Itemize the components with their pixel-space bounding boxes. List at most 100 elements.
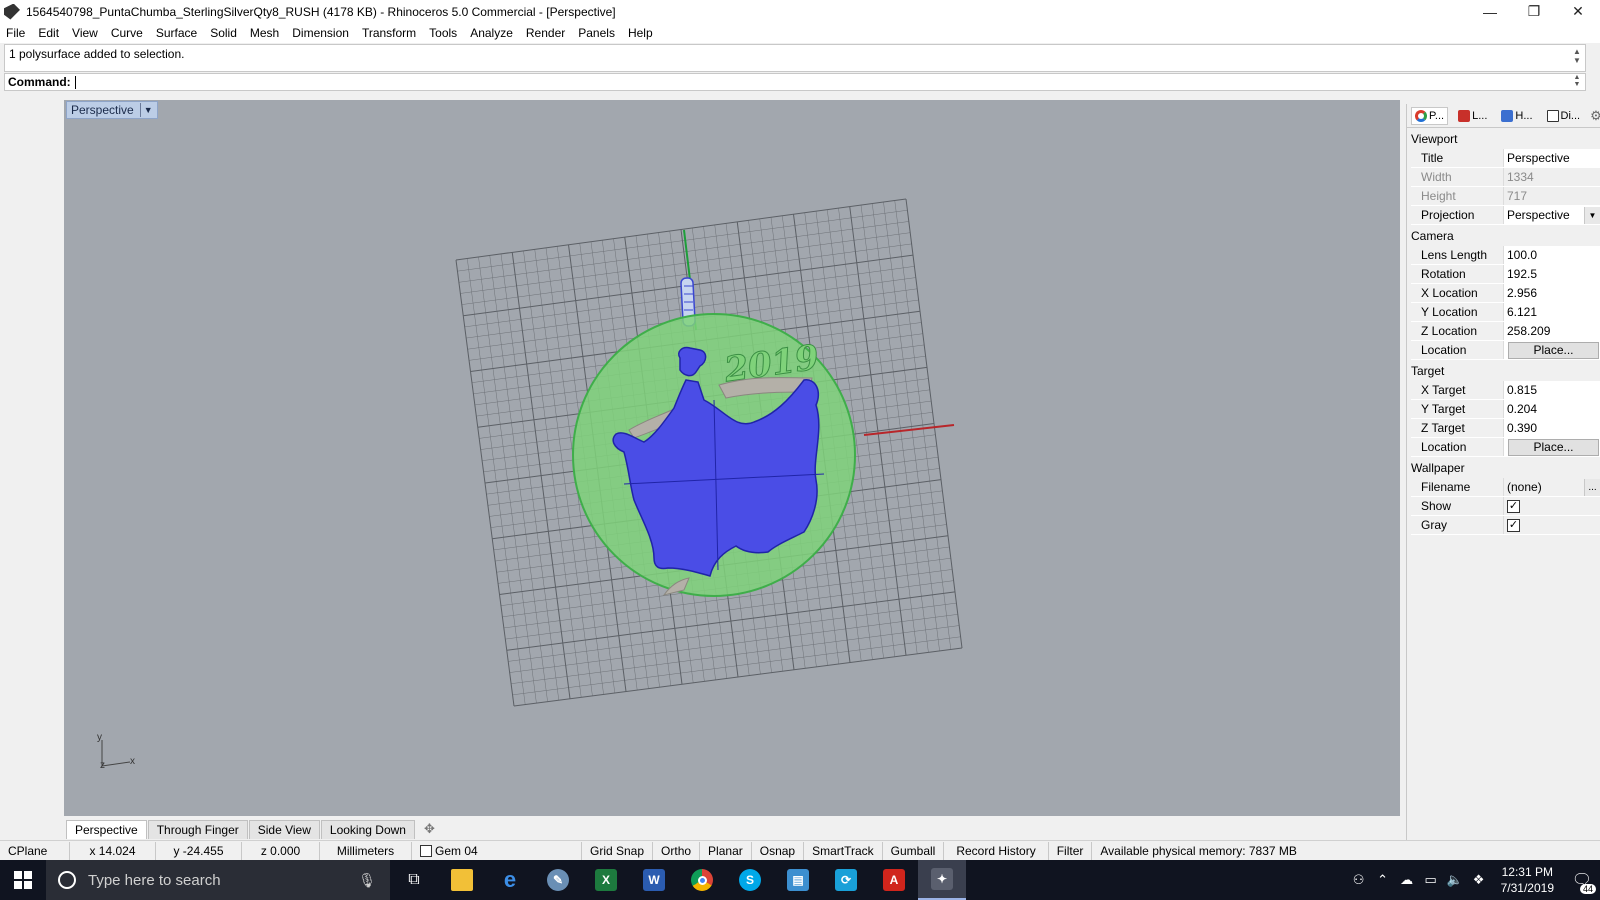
add-tab-icon[interactable]: ✥	[416, 819, 443, 839]
chevron-down-icon[interactable]: ▼	[144, 105, 153, 115]
rhino-taskbar-button[interactable]: ✦	[918, 860, 966, 900]
menu-surface[interactable]: Surface	[156, 26, 204, 40]
sync-app-button[interactable]: ⟳	[822, 860, 870, 900]
network-icon[interactable]: ▭	[1419, 872, 1443, 888]
edge-button[interactable]: e	[486, 860, 534, 900]
z-target-field[interactable]: 0.390	[1503, 419, 1600, 437]
viewport-title[interactable]: Perspective ▼	[66, 101, 158, 119]
file-explorer-button[interactable]	[438, 860, 486, 900]
menu-solid[interactable]: Solid	[210, 26, 244, 40]
close-button[interactable]: ✕	[1556, 0, 1600, 23]
width-field: 1334	[1503, 168, 1600, 186]
y-location-field[interactable]: 6.121	[1503, 303, 1600, 321]
tab-perspective[interactable]: Perspective	[66, 820, 147, 839]
status-units[interactable]: Millimeters	[320, 841, 412, 860]
chrome-icon	[691, 869, 713, 891]
menu-view[interactable]: View	[72, 26, 105, 40]
tab-side-view[interactable]: Side View	[248, 820, 320, 839]
tab-looking-down[interactable]: Looking Down	[320, 820, 415, 839]
paint-icon: ✎	[547, 869, 569, 891]
status-layer[interactable]: Gem 04	[412, 841, 582, 860]
title-field[interactable]: Perspective	[1503, 149, 1600, 167]
menu-transform[interactable]: Transform	[362, 26, 423, 40]
chevron-up-icon[interactable]: ⌃	[1371, 872, 1395, 888]
windows-logo-icon	[14, 871, 32, 889]
command-line[interactable]: Command: ▲ ▼	[4, 73, 1586, 91]
menu-file[interactable]: File	[6, 26, 32, 40]
status-cplane[interactable]: CPlane	[0, 841, 70, 860]
tab-through-finger[interactable]: Through Finger	[147, 820, 248, 839]
scroll-down-icon[interactable]: ▼	[1574, 81, 1581, 88]
x-target-field[interactable]: 0.815	[1503, 381, 1600, 399]
notification-count: 44	[1579, 884, 1596, 894]
menu-panels[interactable]: Panels	[578, 26, 622, 40]
restore-button[interactable]: ❐	[1512, 0, 1556, 23]
tab-help[interactable]: H...	[1497, 107, 1536, 125]
tab-layers[interactable]: L...	[1454, 107, 1491, 125]
paint-button[interactable]: ✎	[534, 860, 582, 900]
menu-help[interactable]: Help	[628, 26, 660, 40]
toggle-smarttrack[interactable]: SmartTrack	[804, 841, 883, 860]
menu-curve[interactable]: Curve	[111, 26, 150, 40]
axis-y-label: y	[97, 732, 102, 743]
z-location-field[interactable]: 258.209	[1503, 322, 1600, 340]
viewport-tabs: Perspective Through Finger Side View Loo…	[64, 817, 1400, 839]
tab-properties[interactable]: P...	[1411, 106, 1449, 125]
place-camera-button[interactable]: Place...	[1508, 341, 1599, 359]
scroll-up-icon[interactable]: ▲	[1574, 74, 1581, 81]
skype-button[interactable]: S	[726, 860, 774, 900]
browse-button[interactable]: ...	[1584, 478, 1600, 496]
word-button[interactable]: W	[630, 860, 678, 900]
menu-edit[interactable]: Edit	[38, 26, 66, 40]
dropbox-icon[interactable]: ❖	[1467, 872, 1491, 888]
toggle-planar[interactable]: Planar	[700, 841, 752, 860]
scroll-down-icon[interactable]: ▼	[1573, 56, 1581, 65]
menu-render[interactable]: Render	[526, 26, 572, 40]
menu-tools[interactable]: Tools	[429, 26, 464, 40]
row-width: Width 1334	[1411, 168, 1600, 187]
history-scrollbar[interactable]: ▲ ▼	[1571, 47, 1583, 71]
monitor-app-button[interactable]: ▤	[774, 860, 822, 900]
people-icon[interactable]: ⚇	[1347, 872, 1371, 888]
acrobat-button[interactable]: A	[870, 860, 918, 900]
action-center-button[interactable]: 🗨 44	[1564, 860, 1600, 900]
chrome-button[interactable]	[678, 860, 726, 900]
y-target-field[interactable]: 0.204	[1503, 400, 1600, 418]
menu-mesh[interactable]: Mesh	[250, 26, 286, 40]
gear-icon[interactable]: ⚙	[1590, 108, 1600, 124]
show-checkbox[interactable]: ✓	[1507, 499, 1520, 513]
scroll-up-icon[interactable]: ▲	[1573, 47, 1581, 56]
volume-icon[interactable]: 🔈	[1443, 872, 1467, 888]
menu-analyze[interactable]: Analyze	[470, 26, 520, 40]
toggle-grid-snap[interactable]: Grid Snap	[582, 841, 654, 860]
projection-select[interactable]: Perspective ▼	[1503, 206, 1600, 224]
toggle-osnap[interactable]: Osnap	[752, 841, 805, 860]
command-history[interactable]: 1 polysurface added to selection. ▲ ▼	[4, 44, 1586, 72]
menu-dimension[interactable]: Dimension	[292, 26, 356, 40]
gray-checkbox[interactable]: ✓	[1507, 518, 1520, 532]
excel-button[interactable]: X	[582, 860, 630, 900]
task-view-button[interactable]: ⧉	[390, 860, 438, 900]
rotation-field[interactable]: 192.5	[1503, 265, 1600, 283]
taskbar-clock[interactable]: 12:31 PM 7/31/2019	[1501, 864, 1554, 896]
microphone-icon[interactable]: 🎙	[358, 872, 376, 889]
toggle-filter[interactable]: Filter	[1049, 841, 1093, 860]
chevron-down-icon[interactable]: ▼	[1584, 206, 1600, 224]
toggle-ortho[interactable]: Ortho	[653, 841, 701, 860]
status-bar: CPlane x 14.024 y -24.455 z 0.000 Millim…	[0, 840, 1600, 860]
lens-length-field[interactable]: 100.0	[1503, 246, 1600, 264]
command-label: Command:	[8, 75, 71, 89]
onedrive-icon[interactable]: ☁	[1395, 872, 1419, 888]
toggle-record-history[interactable]: Record History	[944, 841, 1049, 860]
place-target-button[interactable]: Place...	[1508, 438, 1599, 456]
viewport-canvas[interactable]: 2019 y z x	[64, 100, 1400, 816]
perspective-viewport[interactable]: 2019 y z x	[64, 100, 1400, 816]
toggle-gumball[interactable]: Gumball	[883, 841, 945, 860]
taskbar-search[interactable]: Type here to search 🎙	[46, 860, 390, 900]
x-location-field[interactable]: 2.956	[1503, 284, 1600, 302]
command-scrollbar[interactable]: ▲ ▼	[1571, 74, 1583, 90]
minimize-button[interactable]: —	[1468, 0, 1512, 23]
tab-display[interactable]: Di...	[1543, 107, 1585, 125]
filename-field[interactable]: (none) ...	[1503, 478, 1600, 496]
start-button[interactable]	[0, 860, 46, 900]
